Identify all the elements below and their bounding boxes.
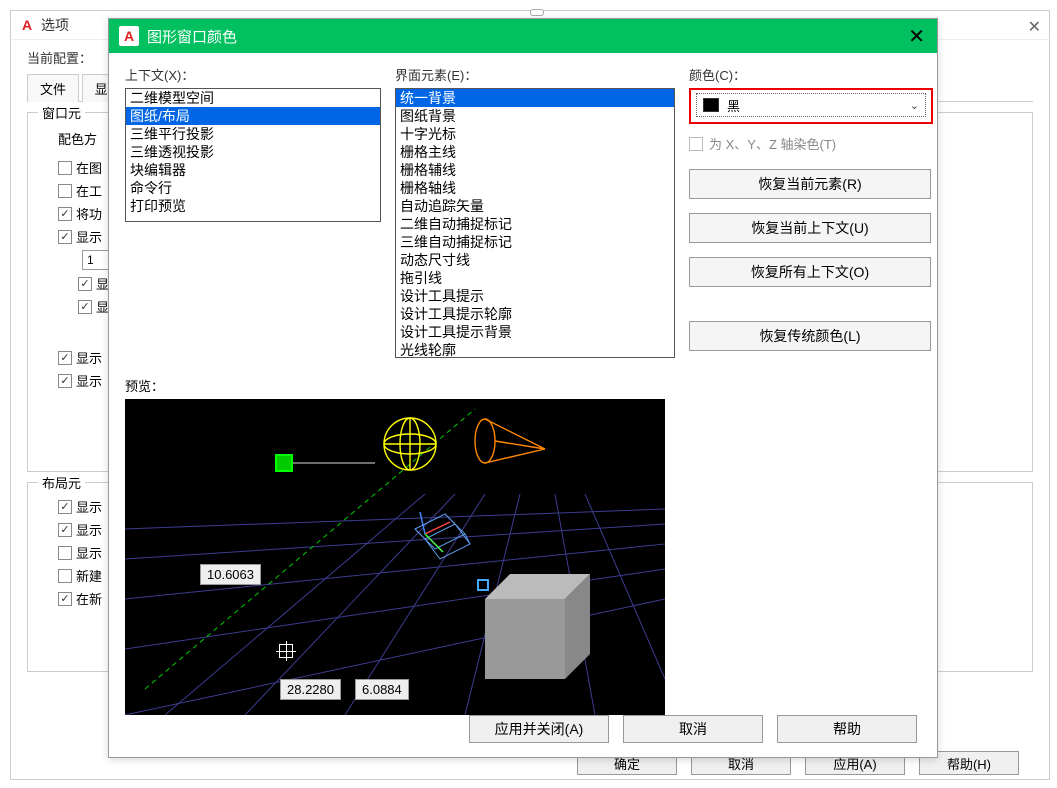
checkbox[interactable] (58, 569, 72, 583)
interface-element-item[interactable]: 统一背景 (396, 89, 674, 107)
layout-elements-title: 布局元 (38, 473, 85, 492)
help-button[interactable]: 帮助 (777, 715, 917, 743)
color-name: 黑 (727, 96, 740, 115)
interface-element-item[interactable]: 图纸背景 (396, 107, 674, 125)
dwc-titlebar: A 图形窗口颜色 ✕ (109, 19, 937, 53)
preview-canvas: 10.6063 28.2280 6.0884 (125, 399, 665, 715)
color-label: 颜色(C)： (689, 65, 933, 84)
preview-label: 预览： (125, 376, 921, 395)
context-item[interactable]: 打印预览 (126, 197, 380, 215)
options-title: 选项 (41, 15, 69, 35)
interface-element-item[interactable]: 动态尺寸线 (396, 251, 674, 269)
dwc-bottom-buttons: 应用并关闭(A) 取消 帮助 (469, 715, 917, 743)
tint-label: 为 X、Y、Z 轴染色(T) (709, 134, 836, 153)
window-elements-title: 窗口元 (38, 103, 85, 122)
drawing-window-colors-dialog: A 图形窗口颜色 ✕ 上下文(X)： 二维模型空间图纸/布局三维平行投影三维透视… (108, 18, 938, 758)
interface-element-item[interactable]: 栅格主线 (396, 143, 674, 161)
tooltip-dim3: 6.0884 (355, 679, 409, 700)
context-item[interactable]: 三维透视投影 (126, 143, 380, 161)
interface-element-item[interactable]: 十字光标 (396, 125, 674, 143)
checkbox[interactable] (58, 523, 72, 537)
tab-file[interactable]: 文件 (27, 74, 79, 102)
checkbox[interactable] (58, 230, 72, 244)
crosshair-icon (279, 644, 293, 658)
checkbox[interactable] (58, 351, 72, 365)
context-item[interactable]: 命令行 (126, 179, 380, 197)
interface-element-item[interactable]: 自动追踪矢量 (396, 197, 674, 215)
checkbox[interactable] (58, 500, 72, 514)
restore-current-element-button[interactable]: 恢复当前元素(R) (689, 169, 931, 199)
tint-xyz-row: 为 X、Y、Z 轴染色(T) (689, 134, 933, 153)
interface-element-item[interactable]: 二维自动捕捉标记 (396, 215, 674, 233)
context-item[interactable]: 块编辑器 (126, 161, 380, 179)
selection-marker-icon (477, 579, 489, 591)
checkbox[interactable] (58, 207, 72, 221)
checkbox[interactable] (78, 300, 92, 314)
interface-element-item[interactable]: 三维自动捕捉标记 (396, 233, 674, 251)
interface-element-item[interactable]: 光线轮廓 (396, 341, 674, 358)
interface-element-item[interactable]: 设计工具提示背景 (396, 323, 674, 341)
checkbox[interactable] (58, 546, 72, 560)
resize-handle[interactable] (530, 9, 544, 16)
color-swatch-icon (703, 98, 719, 112)
tint-checkbox[interactable] (689, 137, 703, 151)
interface-element-item[interactable]: 栅格轴线 (396, 179, 674, 197)
restore-all-contexts-button[interactable]: 恢复所有上下文(O) (689, 257, 931, 287)
checkbox[interactable] (58, 184, 72, 198)
interface-element-item[interactable]: 拖引线 (396, 269, 674, 287)
color-highlight-frame: 黑 ⌄ (689, 88, 933, 124)
app-logo-icon: A (119, 26, 139, 46)
interface-element-item[interactable]: 栅格辅线 (396, 161, 674, 179)
context-item[interactable]: 三维平行投影 (126, 125, 380, 143)
cancel-button[interactable]: 取消 (623, 715, 763, 743)
close-icon[interactable]: ✕ (908, 24, 925, 49)
snap-marker-icon (275, 454, 293, 472)
close-icon[interactable]: ✕ (1028, 17, 1041, 37)
tooltip-dim1: 10.6063 (200, 564, 261, 585)
chevron-down-icon: ⌄ (910, 99, 919, 112)
checkbox[interactable] (58, 374, 72, 388)
restore-current-context-button[interactable]: 恢复当前上下文(U) (689, 213, 931, 243)
interface-element-item[interactable]: 设计工具提示轮廓 (396, 305, 674, 323)
context-label: 上下文(X)： (125, 65, 381, 84)
app-logo-icon: A (19, 17, 35, 33)
interface-element-item[interactable]: 设计工具提示 (396, 287, 674, 305)
interface-element-listbox[interactable]: 统一背景图纸背景十字光标栅格主线栅格辅线栅格轴线自动追踪矢量二维自动捕捉标记三维… (395, 88, 675, 358)
checkbox[interactable] (58, 592, 72, 606)
apply-close-button[interactable]: 应用并关闭(A) (469, 715, 609, 743)
restore-traditional-colors-button[interactable]: 恢复传统颜色(L) (689, 321, 931, 351)
context-item[interactable]: 图纸/布局 (126, 107, 380, 125)
checkbox[interactable] (58, 161, 72, 175)
dwc-title: 图形窗口颜色 (147, 26, 237, 47)
context-item[interactable]: 二维模型空间 (126, 89, 380, 107)
tooltip-dim2: 28.2280 (280, 679, 341, 700)
context-listbox[interactable]: 二维模型空间图纸/布局三维平行投影三维透视投影块编辑器命令行打印预览 (125, 88, 381, 222)
color-dropdown[interactable]: 黑 ⌄ (696, 93, 926, 117)
checkbox[interactable] (78, 277, 92, 291)
element-label: 界面元素(E)： (395, 65, 675, 84)
